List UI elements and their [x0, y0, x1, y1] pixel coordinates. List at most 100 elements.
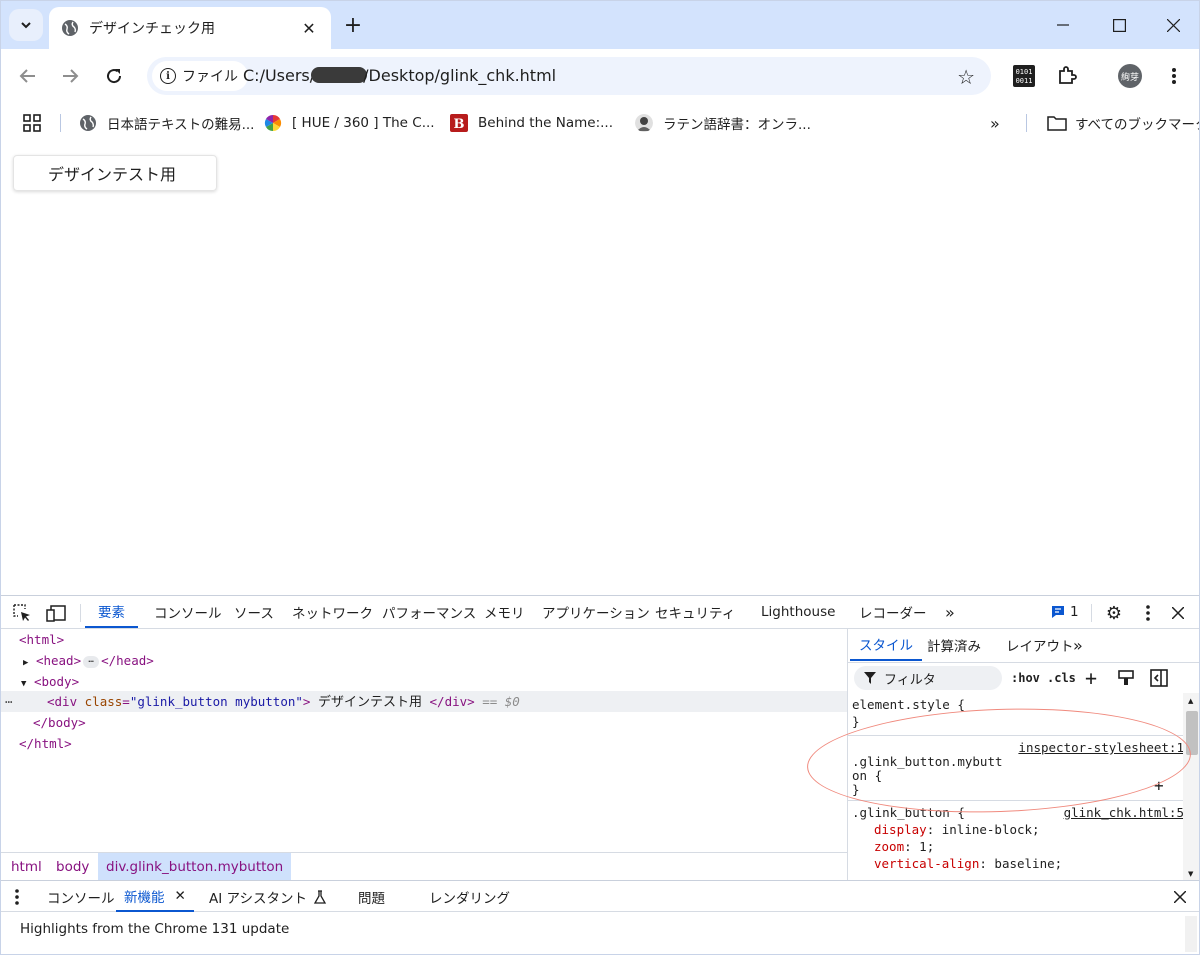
styles-scrollbar[interactable]: ▲ ▼ — [1183, 693, 1199, 880]
tab-title: デザインチェック用 — [89, 21, 215, 37]
browser-window: デザインチェック用 ✕ + i ファイル C:/Users//Desktop/g… — [0, 0, 1200, 955]
drawer-close-icon[interactable] — [1174, 881, 1186, 912]
styles-filter-input[interactable]: フィルタ — [854, 666, 1002, 690]
scroll-down-icon[interactable]: ▼ — [1188, 870, 1193, 878]
tab-performance[interactable]: パフォーマンス — [382, 596, 476, 628]
css-property-row[interactable]: display: inline-block; — [874, 821, 1040, 838]
tab-recorder[interactable]: レコーダー — [859, 596, 927, 628]
bookmark-item[interactable]: B Behind the Name:... — [450, 112, 613, 134]
toggle-sidebar-icon[interactable] — [1150, 667, 1168, 689]
collapse-triangle-icon[interactable]: ▼ — [21, 679, 26, 689]
drawer-tab-close-icon[interactable]: ✕ — [175, 888, 186, 904]
more-styles-tabs-chevron-icon[interactable]: » — [1073, 629, 1083, 661]
breadcrumb-div[interactable]: div.glink_button.mybutton — [98, 853, 292, 880]
new-tab-button[interactable]: + — [341, 13, 365, 38]
filter-icon — [864, 672, 876, 684]
svg-text:0101: 0101 — [1016, 68, 1033, 76]
settings-gear-icon[interactable]: ⚙ — [1103, 602, 1125, 624]
bookmark-star-icon[interactable]: ☆ — [957, 65, 975, 89]
reload-button[interactable] — [99, 61, 129, 91]
breadcrumb-html[interactable]: html — [3, 853, 50, 880]
dom-node-html-close[interactable]: </html> — [19, 733, 72, 754]
tab-styles[interactable]: スタイル — [850, 629, 922, 661]
more-bookmarks-chevron-icon[interactable]: » — [990, 112, 1000, 134]
tab-sources[interactable]: ソース — [234, 596, 274, 628]
breadcrumb-body[interactable]: body — [48, 853, 97, 880]
issues-counter[interactable]: 1 — [1051, 596, 1079, 628]
whats-new-panel: Highlights from the Chrome 131 update — [1, 912, 1199, 954]
cls-toggle[interactable]: .cls — [1047, 667, 1076, 689]
property-value: 1; — [919, 839, 935, 854]
tab-search-button[interactable] — [9, 9, 43, 41]
back-button[interactable] — [13, 61, 43, 91]
css-property-row[interactable]: vertical-align: baseline; — [874, 855, 1062, 872]
hov-toggle[interactable]: :hov — [1011, 667, 1040, 689]
tab-memory[interactable]: メモリ — [484, 596, 525, 628]
collapsed-ellipsis-icon[interactable]: … — [83, 655, 100, 668]
tab-divider — [1091, 604, 1092, 622]
drawer-tab-ai-assistant[interactable]: AI アシスタント — [209, 881, 327, 912]
address-bar[interactable]: i ファイル C:/Users//Desktop/glink_chk.html … — [147, 57, 991, 95]
tab-network[interactable]: ネットワーク — [292, 596, 373, 628]
browser-tab-active[interactable]: デザインチェック用 ✕ — [49, 7, 331, 49]
css-property-row[interactable]: zoom: 1; — [874, 838, 934, 855]
drawer-tab-label: 新機能 — [124, 889, 165, 906]
scroll-up-icon[interactable]: ▲ — [1188, 697, 1193, 705]
tab-application[interactable]: アプリケーション — [542, 596, 650, 628]
maximize-button[interactable] — [1091, 1, 1147, 49]
property-value: inline-block; — [941, 822, 1040, 837]
bookmark-item[interactable]: [ HUE / 360 ] The C... — [264, 112, 435, 134]
drawer-tab-console[interactable]: コンソール — [47, 881, 115, 912]
dom-node-div[interactable]: <div class="glink_button mybutton"> デザイン… — [47, 691, 520, 712]
drawer-scrollbar[interactable] — [1185, 916, 1197, 952]
extensions-icon[interactable] — [1052, 61, 1082, 91]
url-suffix: /Desktop/glink_chk.html — [363, 66, 557, 85]
device-glyph — [46, 605, 66, 622]
dom-node-body[interactable]: ▼ <body> — [21, 671, 79, 692]
dom-node-html[interactable]: <html> — [19, 629, 64, 650]
tab-console[interactable]: コンソール — [154, 596, 222, 628]
tab-layout[interactable]: レイアウト — [1006, 629, 1074, 661]
devtools-menu-icon[interactable] — [1137, 602, 1159, 624]
attr-value[interactable]: "glink_button mybutton" — [130, 694, 303, 709]
menu-button[interactable] — [1159, 61, 1189, 91]
design-test-button[interactable]: デザインテスト用 — [13, 155, 217, 191]
binary-extension-icon[interactable]: 0101 0011 — [1009, 61, 1039, 91]
drawer-tab-whats-new[interactable]: 新機能 ✕ — [116, 881, 194, 912]
puzzle-icon — [1059, 66, 1077, 84]
more-tabs-chevron-icon[interactable]: » — [945, 596, 955, 628]
filter-placeholder: フィルタ — [884, 672, 936, 688]
row-actions-icon[interactable]: ⋯ — [5, 691, 13, 712]
dom-node-body-close[interactable]: </body> — [33, 712, 86, 733]
bookmark-item[interactable]: ラテン語辞書：オンラ... — [635, 112, 811, 134]
color-wheel-icon — [264, 114, 282, 132]
tab-close-icon[interactable]: ✕ — [299, 18, 319, 38]
tab-lighthouse[interactable]: Lighthouse — [761, 596, 835, 628]
tab-security[interactable]: セキュリティ — [655, 596, 735, 628]
glink-chk-source-link[interactable]: glink_chk.html:5 — [1064, 804, 1184, 821]
drawer-menu-icon[interactable] — [15, 881, 19, 912]
node-text[interactable]: デザインテスト用 — [318, 695, 422, 710]
paint-brush-icon[interactable] — [1118, 667, 1134, 689]
tab-elements[interactable]: 要素 — [85, 596, 138, 628]
expand-triangle-icon[interactable]: ▶ — [23, 658, 28, 668]
profile-button[interactable]: 絢芽 — [1115, 61, 1145, 91]
device-toolbar-icon[interactable] — [45, 602, 67, 624]
new-style-rule-plus-icon[interactable]: + — [1085, 666, 1097, 690]
site-info-chip[interactable]: i ファイル — [152, 61, 248, 91]
apps-button[interactable] — [23, 112, 41, 134]
tab-computed[interactable]: 計算済み — [927, 629, 981, 661]
dom-node-head[interactable]: ▶ <head>… </head> — [23, 650, 154, 671]
minimize-button[interactable] — [1035, 1, 1091, 49]
forward-button[interactable] — [55, 61, 85, 91]
devtools-close-icon[interactable] — [1167, 602, 1189, 624]
page-viewport: デザインテスト用 — [1, 143, 1199, 595]
drawer-tab-rendering[interactable]: レンダリング — [429, 881, 510, 912]
bookmark-item[interactable]: 日本語テキストの難易... — [79, 112, 254, 134]
close-window-button[interactable] — [1145, 1, 1199, 49]
drawer-tab-issues[interactable]: 問題 — [358, 881, 385, 912]
url-text[interactable]: C:/Users/ /Desktop/glink_chk.html — [243, 66, 556, 85]
inspect-element-icon[interactable] — [11, 602, 33, 624]
element-style-selector[interactable]: element.style { — [852, 696, 965, 713]
all-bookmarks-button[interactable]: すべてのブックマーク — [1047, 112, 1199, 134]
